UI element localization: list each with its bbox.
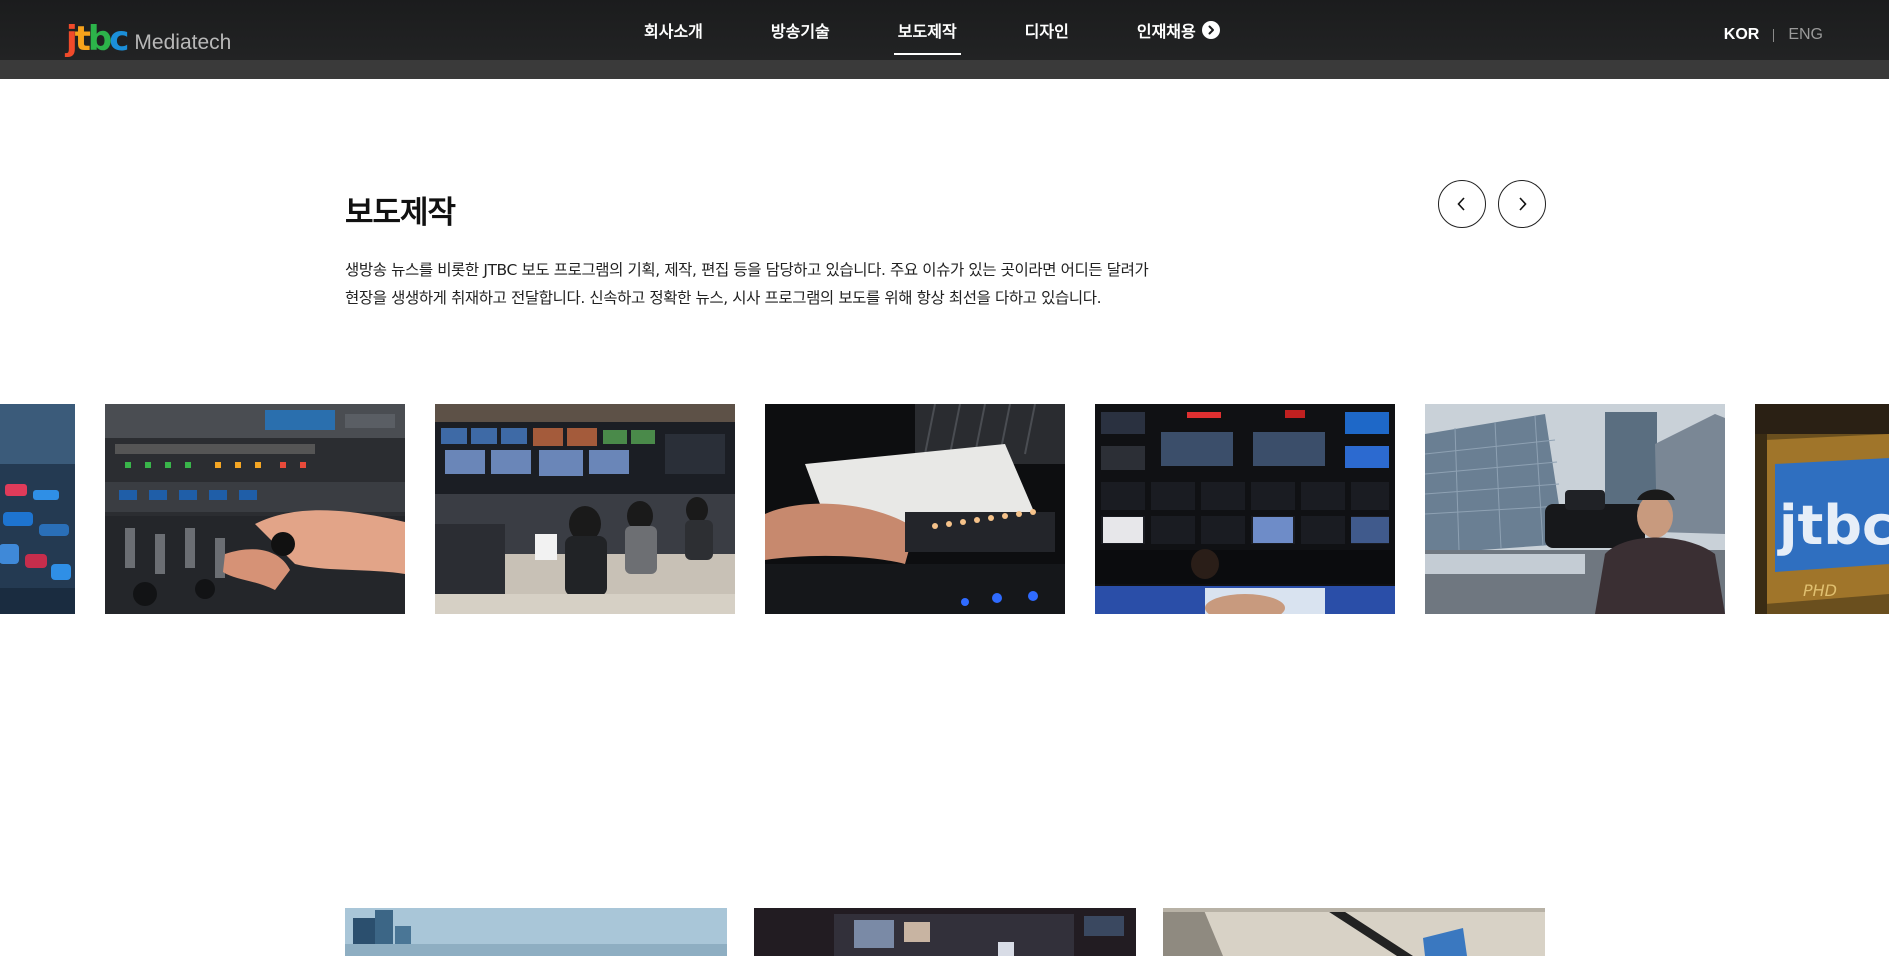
grid-tile[interactable] <box>1163 908 1545 956</box>
slide-image-camera-operator <box>1425 404 1725 614</box>
logo-letter-c: c <box>109 19 129 59</box>
slide-image-console-fader <box>765 404 1065 614</box>
chevron-right-icon <box>1519 197 1527 211</box>
tile-image-city <box>345 908 727 956</box>
svg-text:PHD: PHD <box>1803 581 1837 600</box>
tile-image-interior <box>1163 908 1545 956</box>
carousel-slide[interactable] <box>435 404 735 614</box>
grid-tile[interactable] <box>345 908 727 956</box>
carousel-slide[interactable] <box>765 404 1065 614</box>
site-header: jtbc Mediatech 회사소개 방송기술 보도제작 디자인 인재채용 K… <box>0 0 1889 60</box>
lang-kor-link[interactable]: KOR <box>1724 26 1760 44</box>
carousel-next-button[interactable] <box>1498 180 1546 228</box>
carousel-prev-button[interactable] <box>1438 180 1486 228</box>
slide-image-audio-mixer <box>105 404 405 614</box>
description-line-1: 생방송 뉴스를 비롯한 JTBC 보도 프로그램의 기획, 제작, 편집 등을 … <box>345 261 1149 279</box>
jtbc-mediatech-logo[interactable]: jtbc Mediatech <box>66 20 231 56</box>
carousel-slide[interactable] <box>0 404 75 614</box>
slide-image-broadcast-van: jtbc PHD <box>1755 404 1889 614</box>
main-nav: 회사소개 방송기술 보도제작 디자인 인재채용 <box>644 0 1220 60</box>
nav-item-recruit[interactable]: 인재채용 <box>1137 0 1220 60</box>
language-switcher: KOR ENG <box>1724 26 1823 44</box>
logo-letter-b: b <box>87 19 112 59</box>
nav-item-broadcast-tech[interactable]: 방송기술 <box>771 0 830 60</box>
logo-letter-t: t <box>74 19 91 59</box>
logo-text: Mediatech <box>134 31 232 54</box>
slide-image-control-room <box>435 404 735 614</box>
photo-grid <box>345 908 1545 956</box>
nav-item-company[interactable]: 회사소개 <box>644 0 703 60</box>
page-title: 보도제작 <box>345 195 456 231</box>
carousel-slide[interactable] <box>1095 404 1395 614</box>
nav-item-news-production[interactable]: 보도제작 <box>893 0 961 60</box>
section-description: 생방송 뉴스를 비롯한 JTBC 보도 프로그램의 기획, 제작, 편집 등을 … <box>345 256 1245 312</box>
lang-eng-link[interactable]: ENG <box>1788 26 1823 44</box>
carousel-slide[interactable] <box>105 404 405 614</box>
lang-divider <box>1773 28 1775 42</box>
description-line-2: 현장을 생생하게 취재하고 전달합니다. 신속하고 정확한 뉴스, 시사 프로그… <box>345 289 1102 307</box>
header-bottom-band <box>0 60 1889 79</box>
jtbc-logo-mark: jtbc <box>66 19 129 59</box>
nav-item-recruit-label: 인재채용 <box>1136 22 1196 41</box>
carousel-slide[interactable] <box>1425 404 1725 614</box>
slide-image-console-closeup <box>0 404 75 614</box>
logo-letter-j: j <box>66 19 78 59</box>
carousel-slide[interactable]: jtbc PHD <box>1755 404 1889 614</box>
svg-text:jtbc: jtbc <box>1777 494 1889 557</box>
tile-image-studio <box>754 908 1136 956</box>
photo-carousel[interactable]: jtbc PHD <box>0 404 1889 614</box>
chevron-left-icon <box>1457 197 1465 211</box>
nav-item-design[interactable]: 디자인 <box>1025 0 1069 60</box>
slide-image-monitor-wall <box>1095 404 1395 614</box>
grid-tile[interactable] <box>754 908 1136 956</box>
circle-arrow-right-icon <box>1201 21 1220 39</box>
